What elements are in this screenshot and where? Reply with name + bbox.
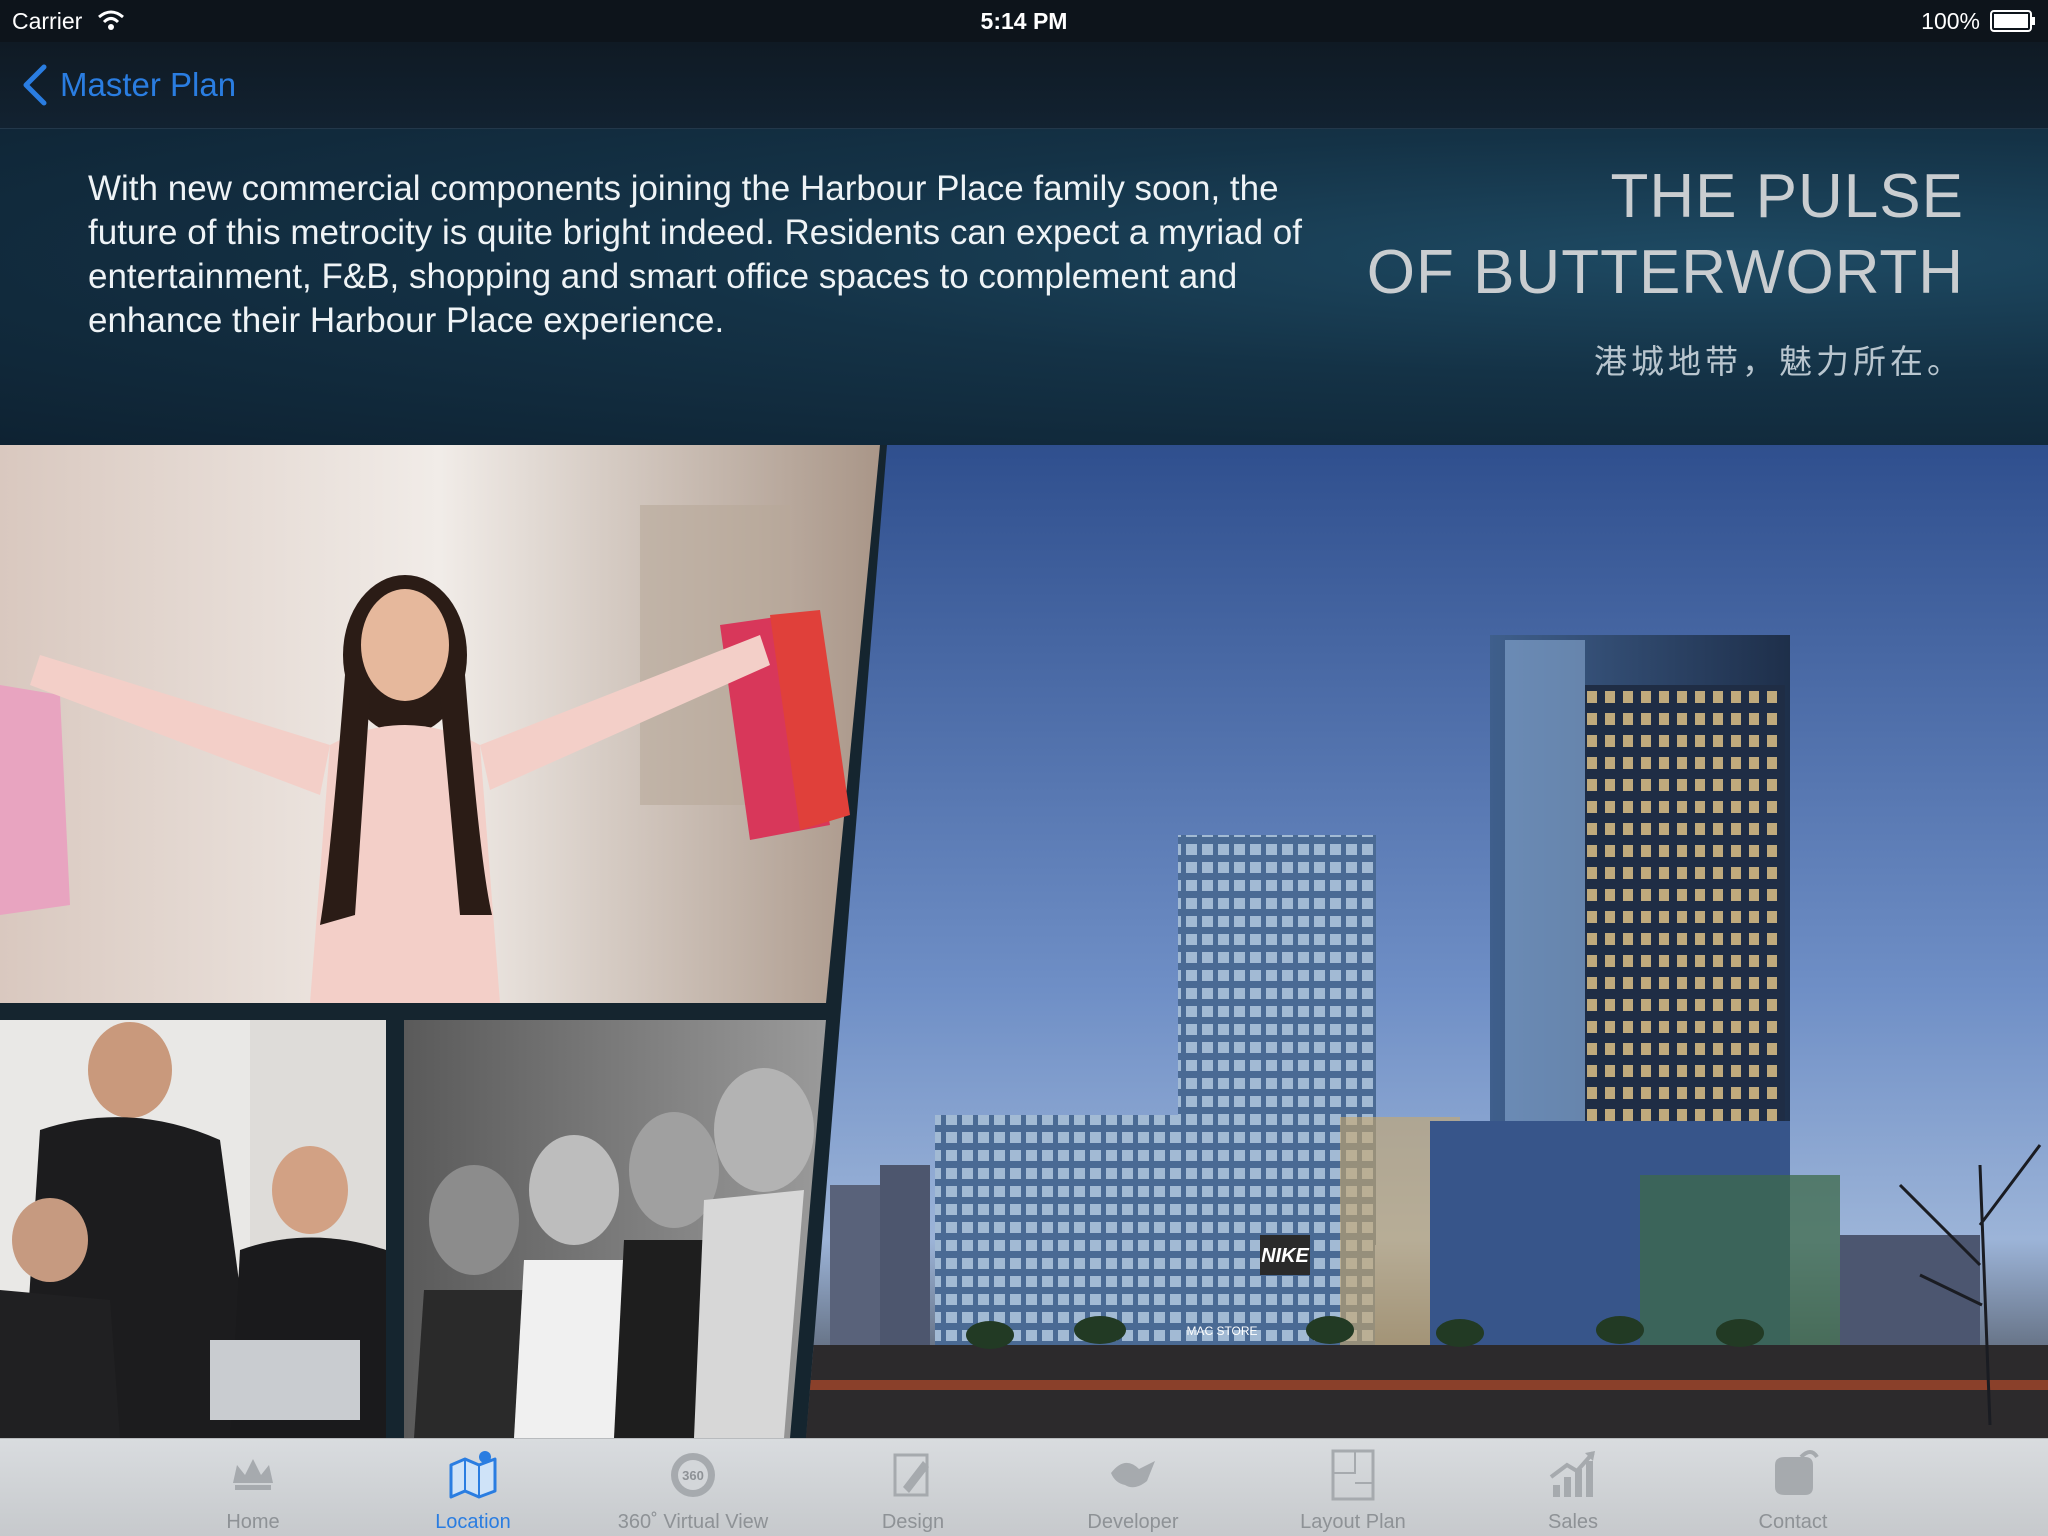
- business-meeting-image: [0, 1020, 386, 1438]
- status-bar: Carrier 5:14 PM 100%: [0, 0, 2048, 42]
- photo-collage: NIKE MAC STORE: [0, 445, 2048, 1438]
- tab-sales-label: Sales: [1547, 1511, 1599, 1533]
- friends-dining-image: [404, 1020, 826, 1438]
- tab-layout-plan-label: Layout Plan: [1300, 1511, 1406, 1533]
- app-screen: Carrier 5:14 PM 100% Master Plan With ne…: [0, 0, 2048, 1536]
- nike-sign: NIKE: [1261, 1245, 1309, 1267]
- tab-layout-plan[interactable]: Layout Plan: [1253, 1439, 1453, 1536]
- shopper-image: [0, 445, 880, 1003]
- design-icon: [893, 1453, 929, 1497]
- map-icon: [449, 1451, 497, 1499]
- tab-bar: Home Location 360 360˚ Virtual View Desi…: [0, 1438, 2048, 1536]
- tagline-chinese: 港城地带，魅力所在。: [1594, 342, 1964, 381]
- back-button-label: Master Plan: [60, 66, 237, 103]
- tab-contact[interactable]: Contact: [1693, 1439, 1893, 1536]
- sales-chart-icon: [1549, 1451, 1595, 1497]
- tab-location[interactable]: Location: [373, 1439, 573, 1536]
- tab-contact-label: Contact: [1758, 1511, 1828, 1533]
- tab-360-virtual-view-label: 360˚ Virtual View: [617, 1511, 769, 1533]
- tab-sales[interactable]: Sales: [1473, 1439, 1673, 1536]
- tagline: THE PULSE OF BUTTERWORTH: [1367, 159, 1964, 311]
- tab-developer-label: Developer: [1087, 1511, 1179, 1533]
- contact-icon: [1775, 1450, 1819, 1495]
- svg-text:360: 360: [682, 1468, 704, 1483]
- tab-developer[interactable]: Developer: [1033, 1439, 1233, 1536]
- 360-view-icon: 360: [671, 1453, 715, 1497]
- back-button[interactable]: Master Plan: [20, 60, 236, 110]
- tab-home-label: Home: [226, 1511, 280, 1533]
- layout-plan-icon: [1331, 1449, 1375, 1501]
- tab-location-label: Location: [435, 1511, 511, 1533]
- tab-design-label: Design: [881, 1511, 945, 1533]
- clock: 5:14 PM: [980, 8, 1068, 34]
- tab-design[interactable]: Design: [813, 1439, 1013, 1536]
- intro-panel: With new commercial components joining t…: [0, 129, 2048, 445]
- developer-icon: [1111, 1461, 1155, 1488]
- chevron-left-icon: [23, 64, 47, 106]
- tagline-line-2: OF BUTTERWORTH: [1366, 238, 1964, 307]
- navigation-bar: Master Plan: [0, 42, 2048, 129]
- mac-store-sign: MAC STORE: [1186, 1324, 1257, 1338]
- tab-home[interactable]: Home: [153, 1439, 353, 1536]
- tab-360-virtual-view[interactable]: 360 360˚ Virtual View: [593, 1439, 793, 1536]
- battery-percent: 100%: [1921, 8, 1980, 34]
- intro-paragraph: With new commercial components joining t…: [88, 169, 1302, 340]
- battery-icon: [1990, 10, 2035, 32]
- tagline-line-1: THE PULSE: [1610, 162, 1964, 231]
- crown-icon: [233, 1459, 273, 1490]
